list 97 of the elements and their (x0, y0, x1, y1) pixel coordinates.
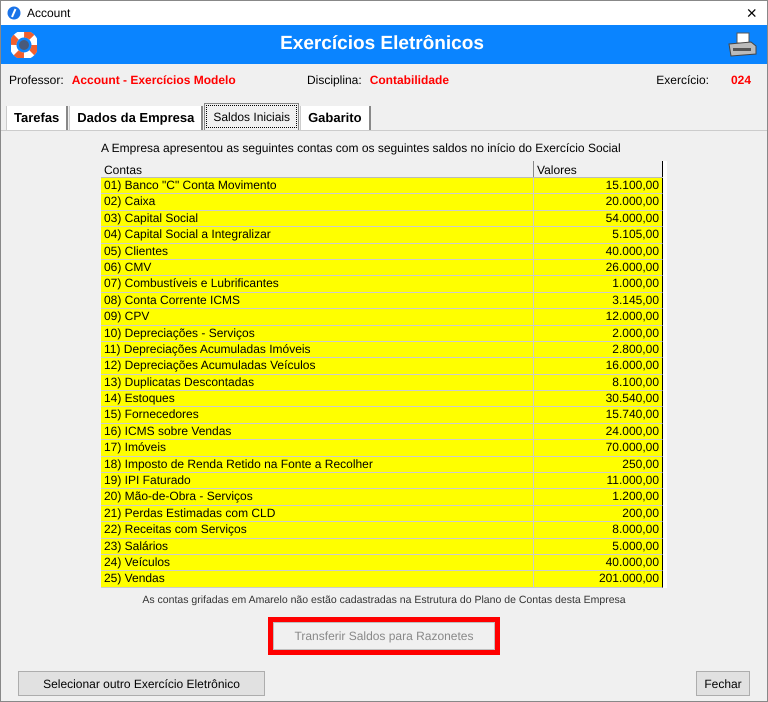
printer-icon[interactable] (727, 32, 757, 58)
table-row[interactable]: 24) Veículos 40.000,00 (101, 554, 663, 572)
info-value: Contabilidade (370, 72, 450, 89)
table-cell-text: 12.000,00 (604, 309, 660, 325)
close-button[interactable]: × (742, 4, 761, 22)
table-row[interactable]: 16) ICMS sobre Vendas 24.000,00 (101, 424, 663, 440)
table-cell: 15) Fornecedores (101, 407, 534, 423)
table-cell: 20) Mão-de-Obra - Serviços (101, 489, 534, 505)
table-cell-text: 24.000,00 (604, 424, 660, 440)
table-row[interactable]: 06) CMV 26.000,00 (101, 260, 663, 276)
table-cell: 25) Vendas (101, 571, 534, 587)
table-row[interactable]: 21) Perdas Estimadas com CLD 200,00 (101, 506, 663, 522)
tab[interactable]: Dados da Empresa (69, 106, 204, 130)
table-row[interactable]: 13) Duplicatas Descontadas 8.100,00 (101, 374, 663, 392)
table-cell-text: 1.200,00 (611, 489, 660, 505)
table-row[interactable]: 08) Conta Corrente ICMS 3.145,00 (101, 292, 663, 310)
table-cell: 04) Capital Social a Integralizar (101, 227, 534, 243)
table-row[interactable]: 15) Fornecedores 15.740,00 (101, 407, 663, 424)
close-dialog-button[interactable]: Fechar (696, 671, 750, 696)
table-cell: 06) CMV (101, 260, 534, 276)
table-row[interactable]: 02) Caixa 20.000,00 (101, 194, 663, 211)
table-row[interactable]: 10) Depreciações - Serviços 2.000,00 (101, 326, 663, 342)
table-row[interactable]: 07) Combustíveis e Lubrificantes 1.000,00 (101, 276, 663, 293)
table-cell: 24) Veículos (101, 554, 534, 570)
table-cell-text: 8.000,00 (611, 522, 660, 538)
table-cell-text: 201.000,00 (598, 571, 660, 587)
table-cell-text: 200,00 (621, 506, 660, 522)
table-row[interactable]: 11) Depreciações Acumuladas Imóveis 2.800,00 (101, 342, 663, 358)
table-cell-text: 2.800,00 (611, 342, 660, 358)
table-row[interactable]: 14) Estoques 30.540,00 (101, 391, 663, 408)
table-row[interactable]: 12) Depreciações Acumuladas Veículos 16.000,00 (101, 358, 663, 375)
table-cell-text: 3.145,00 (611, 292, 660, 308)
table-row[interactable]: 18) Imposto de Renda Retido na Fonte a Recolher 250,00 (101, 456, 663, 474)
info-label: Exercício: (656, 72, 709, 89)
table-cell: 07) Combustíveis e Lubrificantes (101, 276, 534, 292)
table-cell: 08) Conta Corrente ICMS (101, 292, 534, 308)
table-cell: 14) Estoques (101, 391, 534, 406)
intro-text: A Empresa apresentou as seguintes contas com os seguintes saldos no início do Exercício Social (101, 141, 621, 155)
table-cell: 13) Duplicatas Descontadas (101, 374, 534, 390)
info-value: 024 (730, 72, 751, 89)
tab[interactable]: Gabarito (300, 106, 371, 130)
table-cell-text: 26.000,00 (604, 260, 660, 276)
table-cell-text: 250,00 (621, 456, 660, 472)
table-cell: 17) Imóveis (101, 440, 534, 456)
tab[interactable]: Tarefas (6, 106, 68, 130)
window-title: Account (27, 5, 72, 22)
table-cell: 01) Banco "C" Conta Movimento (101, 178, 534, 194)
table-cell: 19) IPI Faturado (101, 473, 534, 488)
table-cell-text: 20.000,00 (604, 194, 660, 210)
table-cell: 02) Caixa (101, 194, 534, 210)
table-row[interactable]: 23) Salários 5.000,00 (101, 538, 663, 555)
info-label: Professor: (9, 72, 64, 89)
table-cell-text: 70.000,00 (604, 440, 660, 456)
table-cell-text: 1.000,00 (611, 276, 660, 292)
table-cell: 22) Receitas com Serviços (101, 522, 534, 538)
table-cell-text: 2.000,00 (611, 326, 660, 341)
table-cell: 23) Salários (101, 538, 534, 554)
app-icon (7, 6, 21, 20)
table-row[interactable]: 17) Imóveis 70.000,00 (101, 440, 663, 457)
table-cell-text: 54.000,00 (604, 210, 660, 226)
tab[interactable]: Saldos Iniciais (204, 103, 300, 130)
table-cell-text: 40.000,00 (604, 244, 660, 259)
table-cell-text: 16.000,00 (604, 358, 660, 374)
table-row[interactable]: 04) Capital Social a Integralizar 5.105,00 (101, 227, 663, 244)
table-cell: 11) Depreciações Acumuladas Imóveis (101, 342, 534, 358)
table-row[interactable]: 20) Mão-de-Obra - Serviços 1.200,00 (101, 489, 663, 506)
header-title: Exercícios Eletrônicos (279, 32, 485, 56)
table-cell-text: 5.105,00 (611, 227, 660, 243)
table-row[interactable]: 22) Receitas com Serviços 8.000,00 (101, 522, 663, 539)
table-cell: 18) Imposto de Renda Retido na Fonte a Recolher (101, 456, 534, 472)
table-cell-text: 15.100,00 (604, 178, 660, 194)
table-cell: 21) Perdas Estimadas com CLD (101, 506, 534, 522)
table-cell-text: 8.100,00 (611, 374, 660, 390)
table-cell-text: 30.540,00 (604, 391, 660, 406)
table-cell-text: 5.000,00 (611, 538, 660, 554)
select-exercise-button[interactable]: Selecionar outro Exercício Eletrônico (18, 671, 265, 696)
table-cell: 16) ICMS sobre Vendas (101, 424, 534, 440)
footnote: As contas grifadas em Amarelo não estão cadastradas na Estrutura do Plano de Contas desta Empresa (142, 593, 626, 608)
table-cell: 05) Clientes (101, 244, 534, 259)
table-row[interactable]: 19) IPI Faturado 11.000,00 (101, 473, 663, 490)
table-cell-text: 11.000,00 (606, 473, 660, 488)
table-row[interactable]: 25) Vendas 201.000,00 (101, 571, 663, 588)
lifebuoy-icon[interactable] (11, 32, 37, 58)
info-label: Disciplina: (307, 72, 362, 89)
table-cell: 03) Capital Social (101, 210, 534, 226)
table-row[interactable]: 01) Banco "C" Conta Movimento 15.100,00 (101, 178, 663, 194)
table-row[interactable]: 09) CPV 12.000,00 (101, 309, 663, 326)
table-cell: 09) CPV (101, 309, 534, 325)
info-value: Account - Exercícios Modelo (72, 72, 236, 89)
table-cell-text: 40.000,00 (604, 554, 660, 570)
table-row[interactable]: 05) Clientes 40.000,00 (101, 244, 663, 260)
table-cell: 10) Depreciações - Serviços (101, 326, 534, 341)
table-cell-text: 15.740,00 (604, 407, 660, 423)
column-header: Contas (101, 161, 534, 177)
table-row[interactable]: 03) Capital Social 54.000,00 (101, 210, 663, 228)
column-header: Valores (534, 161, 663, 177)
table-cell: 12) Depreciações Acumuladas Veículos (101, 358, 534, 374)
